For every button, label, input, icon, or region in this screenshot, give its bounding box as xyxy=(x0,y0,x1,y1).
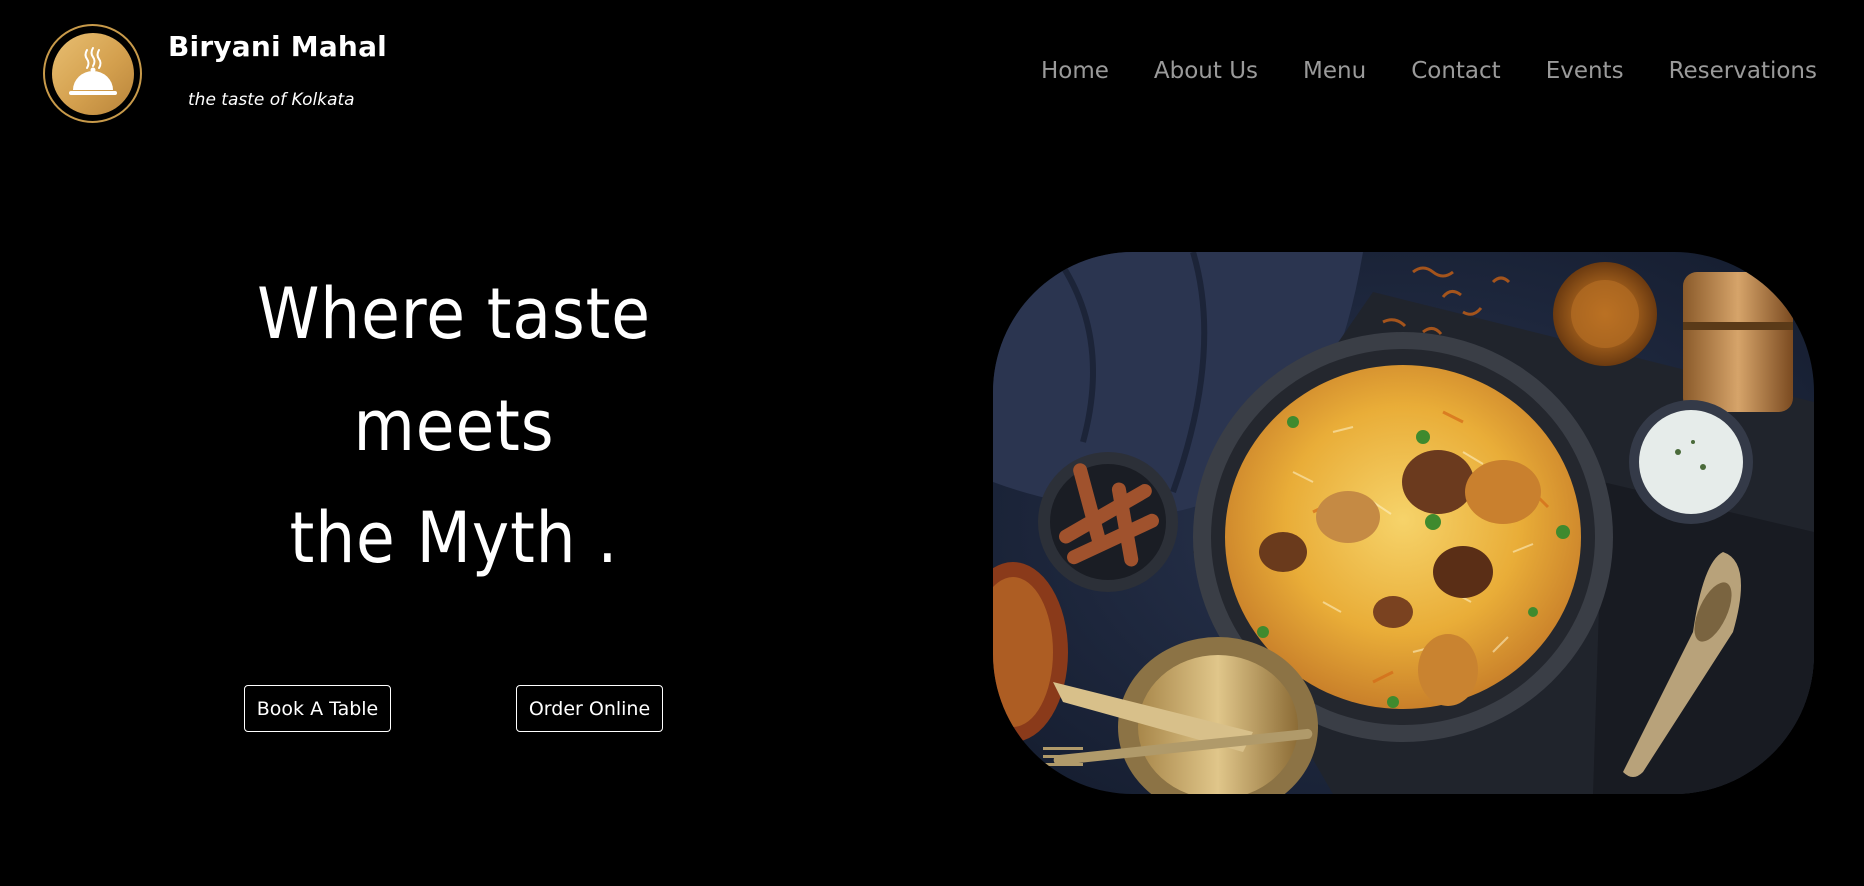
page: Biryani Mahal the taste of Kolkata Home … xyxy=(0,0,1864,886)
hero-heading-line: the Myth . xyxy=(289,497,619,579)
nav-events[interactable]: Events xyxy=(1546,58,1624,84)
hero-heading: Where taste meets the Myth . xyxy=(225,258,682,594)
brand-name: Biryani Mahal xyxy=(168,30,387,63)
hero-heading-line: Where taste xyxy=(257,273,651,355)
logo[interactable] xyxy=(43,24,142,123)
nav-home[interactable]: Home xyxy=(1041,58,1109,84)
hero-heading-line: meets xyxy=(353,385,555,467)
biryani-dish-image xyxy=(993,252,1814,794)
nav-contact[interactable]: Contact xyxy=(1411,58,1500,84)
nav-reservations[interactable]: Reservations xyxy=(1669,58,1817,84)
nav-menu[interactable]: Menu xyxy=(1303,58,1366,84)
brand-tagline: the taste of Kolkata xyxy=(188,90,355,110)
book-table-button[interactable]: Book A Table xyxy=(244,685,391,732)
main-nav: Home About Us Menu Contact Events Reserv… xyxy=(1041,58,1817,84)
nav-about-us[interactable]: About Us xyxy=(1154,58,1258,84)
order-online-button[interactable]: Order Online xyxy=(516,685,663,732)
cloche-icon xyxy=(51,32,134,115)
